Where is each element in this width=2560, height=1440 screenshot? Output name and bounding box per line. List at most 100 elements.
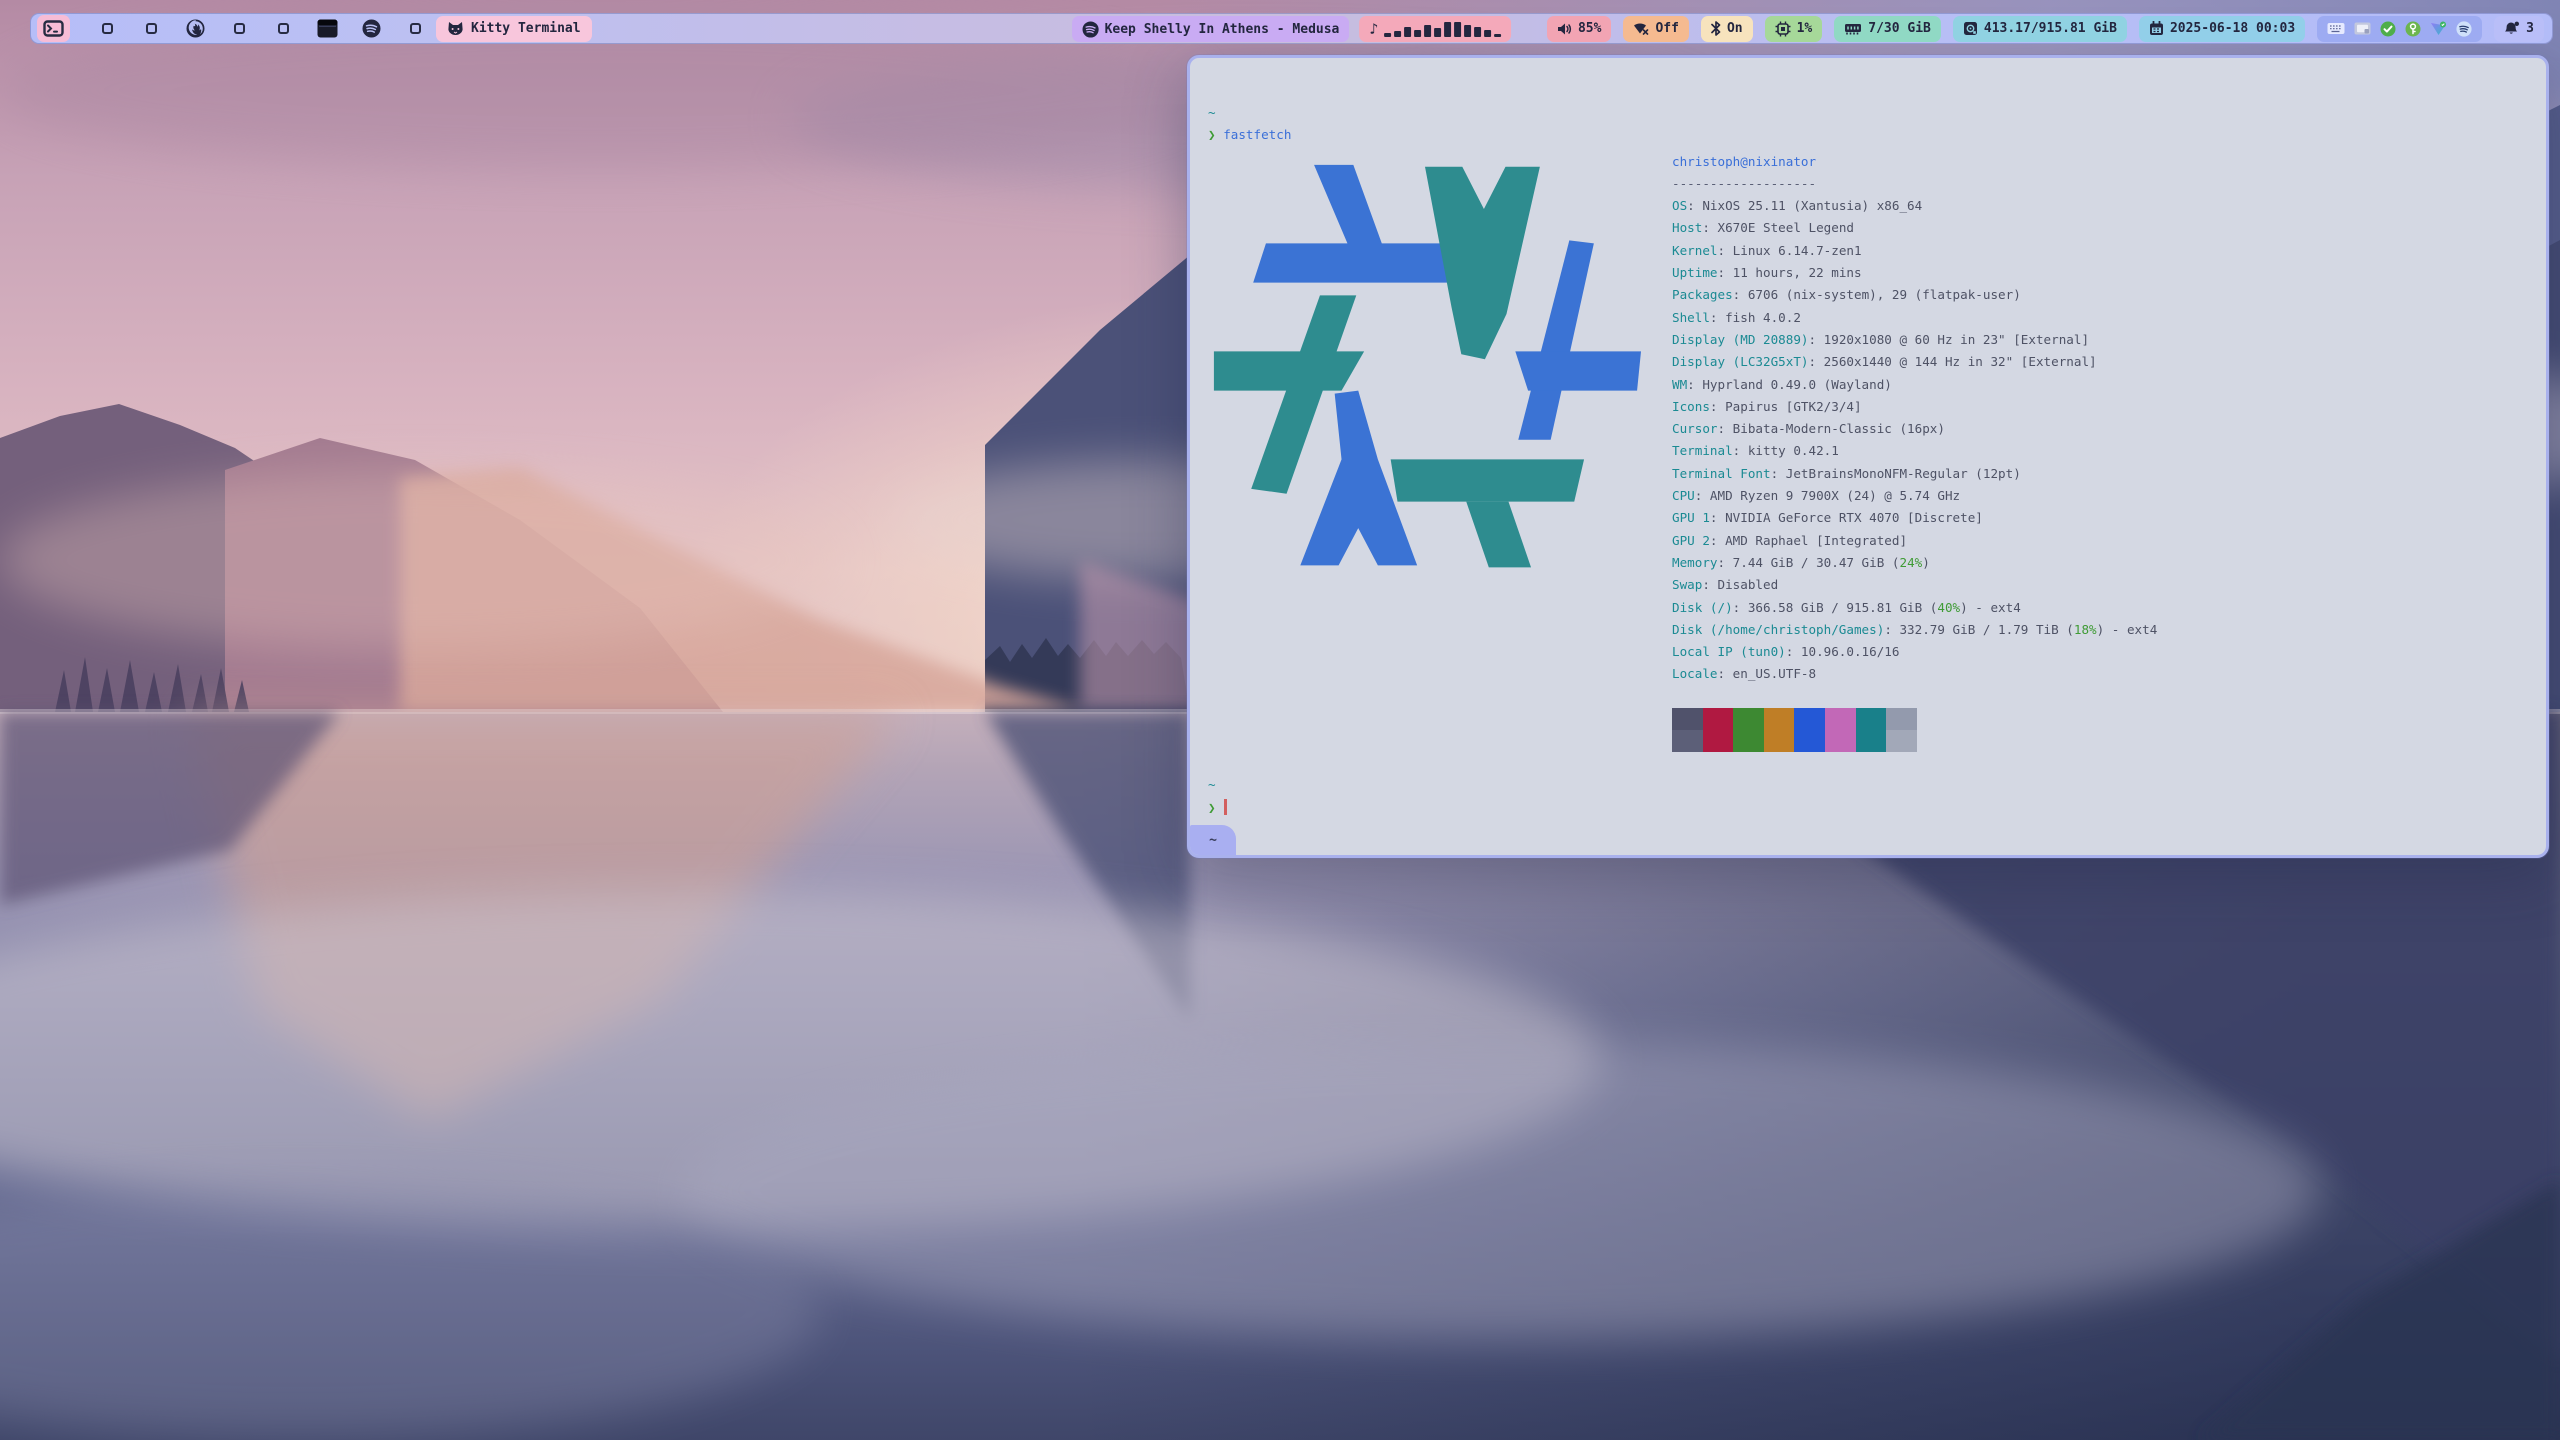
prompt-symbol: ❯: [1208, 127, 1216, 142]
cpu-usage: 1%: [1797, 21, 1813, 36]
fastfetch-line: Kernel: Linux 6.14.7-zen1: [1672, 240, 2157, 262]
workspace-5[interactable]: [232, 15, 246, 42]
palette-swatch: [1733, 730, 1764, 752]
music-note-icon: ♪: [1369, 20, 1378, 38]
clock-value: 2025-06-18 00:03: [2170, 21, 2295, 36]
palette-swatch: [1794, 730, 1825, 752]
square-icon: [234, 23, 245, 34]
prompt-path: ~: [1208, 105, 1216, 120]
square-icon: [278, 23, 289, 34]
sync-check-icon[interactable]: [2380, 21, 2396, 37]
cpu-icon: [1775, 21, 1791, 37]
visualizer-bar: [1424, 25, 1431, 37]
palette-swatch: [1825, 730, 1856, 752]
spotify-tray-icon[interactable]: [2456, 21, 2472, 37]
palette-swatch: [1672, 708, 1703, 730]
square-icon: [146, 23, 157, 34]
fastfetch-line: OS: NixOS 25.11 (Xantusia) x86_64: [1672, 195, 2157, 217]
palette-swatch: [1703, 708, 1734, 730]
fastfetch-line: christoph@nixinator: [1672, 151, 2157, 173]
workspace-9[interactable]: [408, 15, 422, 42]
workspace-3[interactable]: [144, 15, 158, 42]
text-cursor[interactable]: [1224, 799, 1227, 815]
bar-center: Keep Shelly In Athens - Medusa ♪: [1072, 16, 1512, 42]
notifications-module[interactable]: 3: [2494, 16, 2544, 42]
fastfetch-line: Display (MD 20889): 1920x1080 @ 60 Hz in…: [1672, 329, 2157, 351]
spotify-icon: [1082, 21, 1099, 38]
visualizer-bar: [1474, 27, 1481, 37]
palette-swatch: [1764, 730, 1795, 752]
workspace-1-terminal[interactable]: [37, 15, 70, 42]
workspace-2[interactable]: [100, 15, 114, 42]
desktop: Kitty Terminal Keep Shelly In Athens - M…: [0, 0, 2560, 1440]
memory-module[interactable]: 7/30 GiB: [1834, 16, 1941, 42]
fastfetch-line: CPU: AMD Ryzen 9 7900X (24) @ 5.74 GHz: [1672, 485, 2157, 507]
network-module[interactable]: Off: [1623, 16, 1688, 42]
media-title: Keep Shelly In Athens - Medusa: [1105, 22, 1340, 37]
notification-count: 3: [2526, 21, 2534, 36]
square-icon: [102, 23, 113, 34]
terminal-content[interactable]: ~ ❯ fastfetch christoph@nixinator-------…: [1190, 58, 2546, 855]
bar-right: 85% Off On 1%: [1547, 16, 2552, 42]
palette-swatch: [1764, 708, 1795, 730]
terminal-tab-bar: ~: [1190, 825, 2546, 855]
visualizer-bars: [1384, 21, 1501, 37]
palette-swatch: [1703, 730, 1734, 752]
media-player[interactable]: Keep Shelly In Athens - Medusa: [1072, 16, 1350, 42]
wifi-off-icon: [1633, 22, 1649, 35]
palette-swatch: [1886, 730, 1917, 752]
ram-icon: [1844, 22, 1862, 35]
visualizer-bar: [1414, 30, 1421, 37]
clock-module[interactable]: 2025-06-18 00:03: [2139, 16, 2305, 42]
visualizer-bar: [1494, 34, 1501, 37]
prompt-symbol: ❯: [1208, 800, 1216, 815]
keepassxc-key-icon[interactable]: [2405, 21, 2421, 37]
screenshot-tool-icon[interactable]: [2354, 22, 2371, 35]
fastfetch-output: christoph@nixinator-------------------OS…: [1200, 147, 2532, 752]
calendar-icon: [2149, 21, 2164, 36]
terminal-icon: [43, 20, 64, 37]
active-window-title[interactable]: Kitty Terminal: [436, 16, 592, 42]
nixos-logo: [1200, 155, 1650, 587]
network-status: Off: [1655, 21, 1678, 36]
kitty-terminal-window[interactable]: ~ ❯ fastfetch christoph@nixinator-------…: [1187, 55, 2549, 858]
system-tray: [2317, 16, 2482, 42]
fastfetch-line: Icons: Papirus [GTK2/3/4]: [1672, 396, 2157, 418]
command-text: fastfetch: [1223, 127, 1291, 142]
bluetooth-status: On: [1727, 21, 1743, 36]
workspace-7-files[interactable]: [320, 15, 334, 42]
terminal-tab-active[interactable]: ~: [1190, 825, 1236, 855]
disk-module[interactable]: 413.17/915.81 GiB: [1953, 16, 2127, 42]
workspace-6[interactable]: [276, 15, 290, 42]
square-icon: [410, 23, 421, 34]
fastfetch-line: GPU 2: AMD Raphael [Integrated]: [1672, 530, 2157, 552]
fastfetch-line: Local IP (tun0): 10.96.0.16/16: [1672, 641, 2157, 663]
fastfetch-line: Uptime: 11 hours, 22 mins: [1672, 262, 2157, 284]
palette-swatch: [1856, 708, 1887, 730]
workspace-8-spotify[interactable]: [364, 15, 378, 42]
prompt-path: ~: [1208, 777, 1216, 792]
fastfetch-line: Disk (/): 366.58 GiB / 915.81 GiB (40%) …: [1672, 597, 2157, 619]
cpu-module[interactable]: 1%: [1765, 16, 1823, 42]
bluetooth-module[interactable]: On: [1701, 16, 1753, 42]
memory-usage: 7/30 GiB: [1868, 21, 1931, 36]
workspace-4-firefox[interactable]: [188, 15, 202, 42]
fastfetch-line: Locale: en_US.UTF-8: [1672, 663, 2157, 685]
fastfetch-line: Swap: Disabled: [1672, 574, 2157, 596]
vpn-icon[interactable]: [2430, 21, 2447, 36]
fastfetch-line: Cursor: Bibata-Modern-Classic (16px): [1672, 418, 2157, 440]
fastfetch-line: WM: Hyprland 0.49.0 (Wayland): [1672, 374, 2157, 396]
volume-module[interactable]: 85%: [1547, 16, 1611, 42]
volume-value: 85%: [1578, 21, 1601, 36]
visualizer-bar: [1444, 22, 1451, 37]
palette-row: [1672, 708, 2157, 730]
disk-usage: 413.17/915.81 GiB: [1984, 21, 2117, 36]
bell-icon: [2504, 21, 2520, 36]
visualizer-bar: [1454, 22, 1461, 37]
keyboard-icon[interactable]: [2327, 22, 2345, 35]
fastfetch-line: Shell: fish 4.0.2: [1672, 307, 2157, 329]
visualizer-bar: [1484, 30, 1491, 37]
palette-swatch: [1856, 730, 1887, 752]
audio-visualizer[interactable]: ♪: [1359, 16, 1511, 42]
fastfetch-line: Display (LC32G5xT): 2560x1440 @ 144 Hz i…: [1672, 351, 2157, 373]
